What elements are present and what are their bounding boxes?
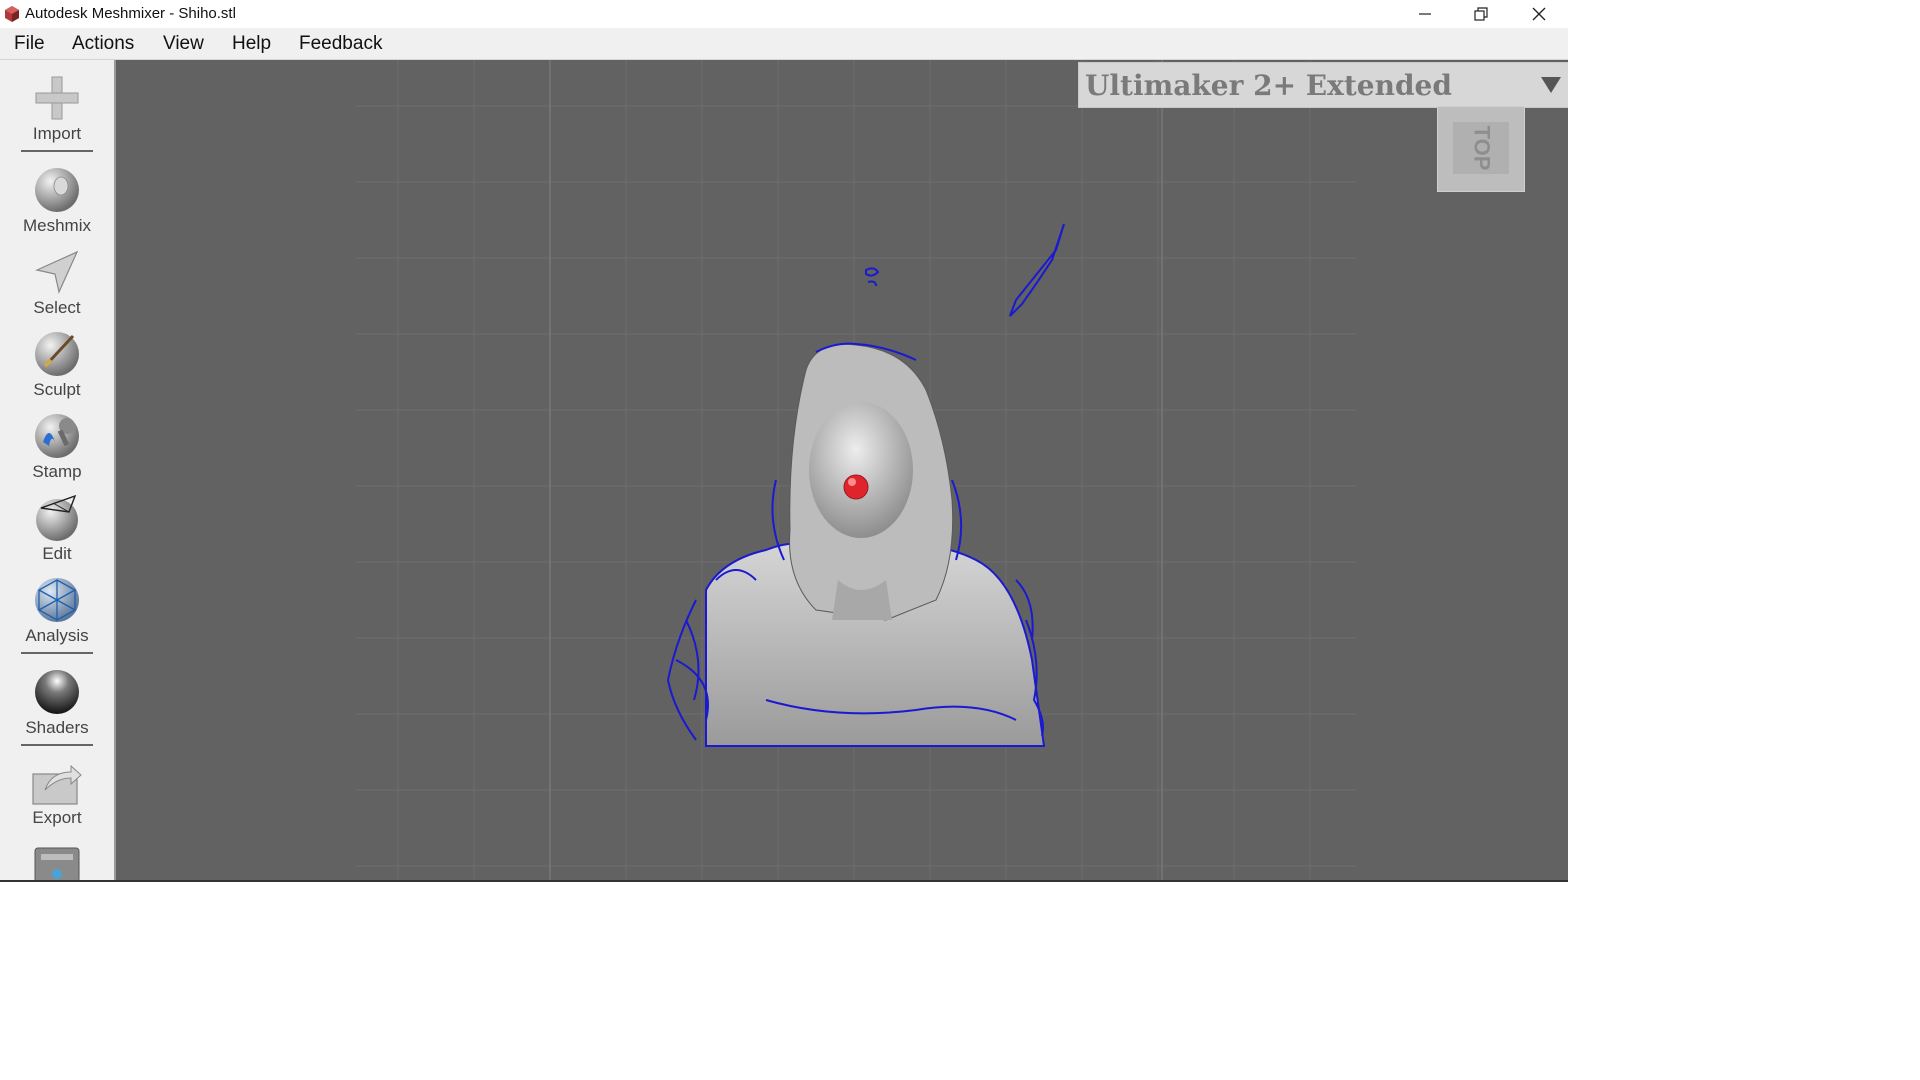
sculpt-brush-icon (35, 332, 79, 376)
close-button[interactable] (1510, 0, 1568, 28)
3d-viewport[interactable]: Ultimaker 2+ Extended TOP (116, 60, 1568, 880)
stamp-label: Stamp (32, 462, 82, 481)
toolbar-divider (21, 150, 93, 152)
sculpt-label: Sculpt (33, 380, 81, 399)
tool-panel: Import Meshmix Select Sculpt Stamp Edit … (0, 60, 116, 882)
view-cube-label: TOP (1468, 125, 1494, 171)
menu-help[interactable]: Help (232, 32, 271, 56)
bust-face (809, 402, 913, 538)
menu-bar: File Actions View Help Feedback (0, 28, 1568, 60)
import-button[interactable]: Import (0, 74, 114, 144)
meshmix-button[interactable]: Meshmix (0, 166, 114, 236)
export-label: Export (32, 808, 82, 827)
dropdown-arrow-icon (1541, 77, 1561, 93)
stray-mesh-fragments (865, 223, 1065, 317)
restore-icon (1474, 7, 1488, 21)
select-button[interactable]: Select (0, 248, 114, 318)
meshmix-head-icon (35, 168, 79, 212)
minimize-icon (1419, 13, 1431, 15)
edit-label: Edit (42, 544, 72, 563)
export-icon (32, 764, 82, 805)
restore-button[interactable] (1452, 0, 1510, 28)
brush-cursor-marker (843, 474, 869, 500)
menu-feedback[interactable]: Feedback (299, 32, 382, 56)
analysis-label: Analysis (25, 626, 89, 645)
minimize-button[interactable] (1396, 0, 1454, 28)
meshmixer-logo-icon (5, 6, 19, 22)
printer-selector[interactable]: Ultimaker 2+ Extended (1078, 62, 1568, 108)
print-button[interactable] (0, 846, 114, 882)
meshmix-label: Meshmix (22, 216, 91, 235)
mesh-model[interactable] (116, 60, 1568, 880)
stamp-button[interactable]: Stamp (0, 412, 114, 482)
stamp-icon (35, 414, 79, 458)
title-bar: Autodesk Meshmixer - Shiho.stl (0, 0, 1568, 28)
menu-view[interactable]: View (163, 32, 204, 56)
select-label: Select (33, 298, 81, 317)
shaders-label: Shaders (25, 718, 89, 737)
view-cube[interactable]: TOP (1437, 106, 1525, 192)
view-cube-top-face[interactable]: TOP (1453, 122, 1509, 174)
toolbar-divider (21, 744, 93, 746)
window-title: Autodesk Meshmixer - Shiho.stl (25, 5, 236, 22)
menu-file[interactable]: File (14, 32, 45, 56)
window-bottom-border (0, 880, 1568, 882)
import-label: Import (32, 124, 82, 143)
sculpt-button[interactable]: Sculpt (0, 330, 114, 400)
close-icon (1532, 7, 1546, 21)
export-button[interactable]: Export (0, 762, 114, 828)
shaders-button[interactable]: Shaders (0, 668, 114, 738)
import-plus-icon (35, 76, 79, 120)
edit-button[interactable]: Edit (0, 494, 114, 564)
printer-name: Ultimaker 2+ Extended (1085, 69, 1452, 102)
shaders-sphere-icon (35, 670, 79, 714)
analysis-mesh-icon (35, 578, 79, 622)
print-icon (34, 847, 80, 882)
edit-mesh-icon (36, 494, 78, 541)
select-arrow-icon (35, 250, 79, 294)
analysis-button[interactable]: Analysis (0, 576, 114, 646)
toolbar-divider (21, 652, 93, 654)
menu-actions[interactable]: Actions (72, 32, 134, 56)
